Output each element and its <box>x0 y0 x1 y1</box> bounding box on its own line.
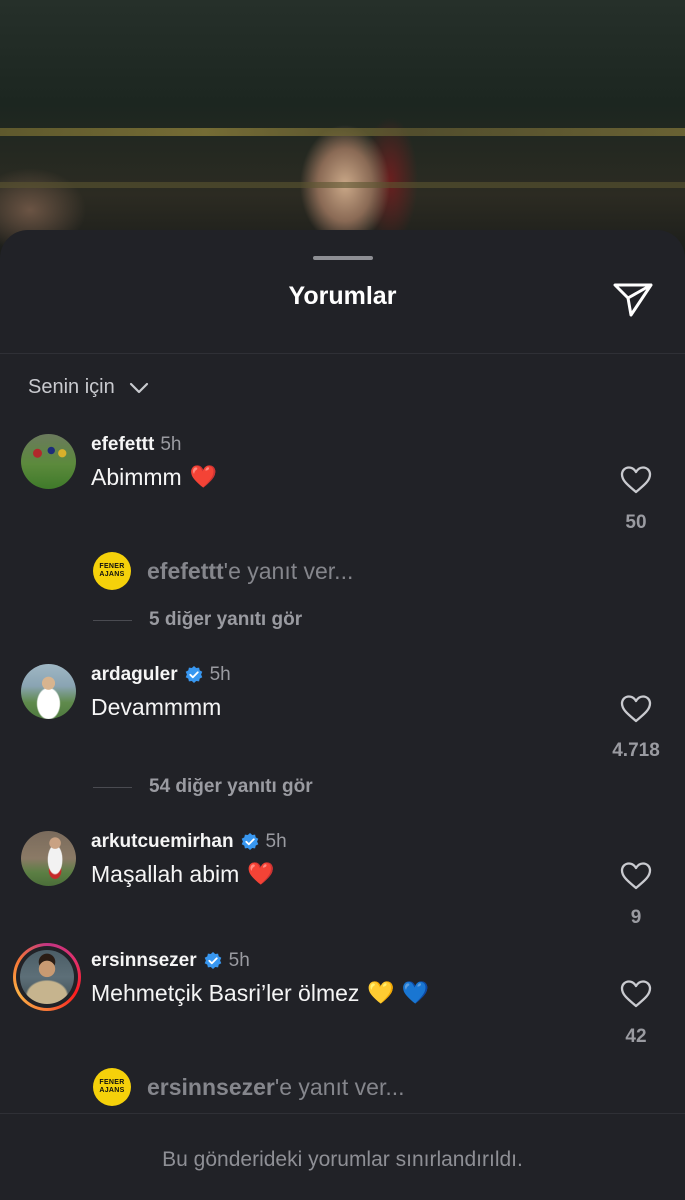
reply-avatar-line2: AJANS <box>99 571 125 578</box>
heart-outline-icon[interactable] <box>619 978 653 1010</box>
verified-badge-icon <box>185 666 202 683</box>
reply-prompt-suffix: 'e yanıt ver... <box>223 557 354 584</box>
reply-avatar: FENER AJANS <box>93 1068 131 1106</box>
reply-input-row[interactable]: FENER AJANS ersinnsezer'e yanıt ver... <box>93 1068 405 1106</box>
like-count: 50 <box>625 512 647 533</box>
footer-divider <box>0 1113 685 1114</box>
comment-header: efefettt 5h <box>91 434 181 456</box>
heart-emoji: ❤️ <box>247 862 275 887</box>
sheet-grabber[interactable] <box>313 256 373 260</box>
view-more-replies[interactable]: 54 diğer yanıtı gör <box>93 776 313 798</box>
comment-text-row: Maşallah abim ❤️ <box>91 861 275 888</box>
comment-header: ersinnsezer 5h <box>91 950 250 972</box>
background-rail <box>0 128 685 136</box>
comment-text: Devammmm <box>91 694 222 720</box>
comment-text-row: Devammmm <box>91 694 221 721</box>
comment-time: 5h <box>228 950 250 971</box>
verified-badge-icon <box>241 833 258 850</box>
avatar[interactable] <box>21 434 76 489</box>
heart-outline-icon[interactable] <box>619 860 653 892</box>
verified-badge-icon <box>204 952 221 969</box>
view-more-replies[interactable]: 5 diğer yanıtı gör <box>93 609 302 631</box>
sheet-title: Yorumlar <box>288 282 397 310</box>
like-count: 9 <box>630 907 642 928</box>
divider-line <box>93 619 132 621</box>
heart-emoji: ❤️ <box>189 465 218 490</box>
reply-prompt-user: ersinnsezer <box>147 1073 275 1100</box>
comments-restricted-notice: Bu gönderideki yorumlar sınırlandırıldı. <box>162 1148 523 1171</box>
comment-header: arkutcuemirhan 5h <box>91 831 287 853</box>
comment-text: Abimmm <box>91 464 182 490</box>
filter-label: Senin için <box>28 376 115 398</box>
comments-sheet: Yorumlar Senin için efefettt 5h Abimmm ❤… <box>0 230 685 1200</box>
comment-text: Maşallah abim <box>91 861 240 887</box>
like-count: 42 <box>625 1026 647 1047</box>
story-ring[interactable] <box>13 943 81 1011</box>
chevron-down-icon <box>129 382 148 393</box>
send-icon[interactable] <box>610 276 656 322</box>
comment-username[interactable]: ardaguler <box>91 664 178 686</box>
more-replies-label: 54 diğer yanıtı gör <box>149 776 313 797</box>
heart-outline-icon[interactable] <box>619 693 653 725</box>
header-divider <box>0 353 685 354</box>
reply-prompt-suffix: 'e yanıt ver... <box>274 1073 405 1100</box>
background-rail-lower <box>0 182 685 188</box>
more-replies-label: 5 diğer yanıtı gör <box>149 609 303 630</box>
comment-username[interactable]: ersinnsezer <box>91 950 197 972</box>
avatar[interactable] <box>21 831 76 886</box>
reply-avatar-line2: AJANS <box>99 1087 125 1094</box>
reply-prompt[interactable]: ersinnsezer'e yanıt ver... <box>147 1074 405 1101</box>
comment-text: Mehmetçik Basri’ler ölmez <box>91 980 360 1006</box>
avatar <box>20 950 74 1004</box>
comment-header: ardaguler 5h <box>91 664 231 686</box>
comment-time: 5h <box>160 434 182 455</box>
like-count: 4.718 <box>612 740 660 761</box>
avatar[interactable] <box>21 664 76 719</box>
reply-prompt-user: efefettt <box>147 557 224 584</box>
hearts-emoji: 💛 💙 <box>367 981 430 1006</box>
divider-line <box>93 786 132 788</box>
comment-filter-dropdown[interactable]: Senin için <box>28 376 149 399</box>
comment-username[interactable]: efefettt <box>91 434 154 456</box>
reply-avatar-line1: FENER <box>99 563 125 570</box>
post-background-image <box>0 0 685 260</box>
reply-input-row[interactable]: FENER AJANS efefettt'e yanıt ver... <box>93 552 353 590</box>
comment-username[interactable]: arkutcuemirhan <box>91 831 234 853</box>
story-ring-gap <box>16 946 78 1008</box>
reply-avatar: FENER AJANS <box>93 552 131 590</box>
reply-prompt[interactable]: efefettt'e yanıt ver... <box>147 558 353 585</box>
comment-text-row: Abimmm ❤️ <box>91 464 217 491</box>
reply-avatar-line1: FENER <box>99 1079 125 1086</box>
comment-text-row: Mehmetçik Basri’ler ölmez 💛 💙 <box>91 980 429 1007</box>
comment-time: 5h <box>209 664 231 685</box>
comment-time: 5h <box>265 831 287 852</box>
heart-outline-icon[interactable] <box>619 464 653 496</box>
